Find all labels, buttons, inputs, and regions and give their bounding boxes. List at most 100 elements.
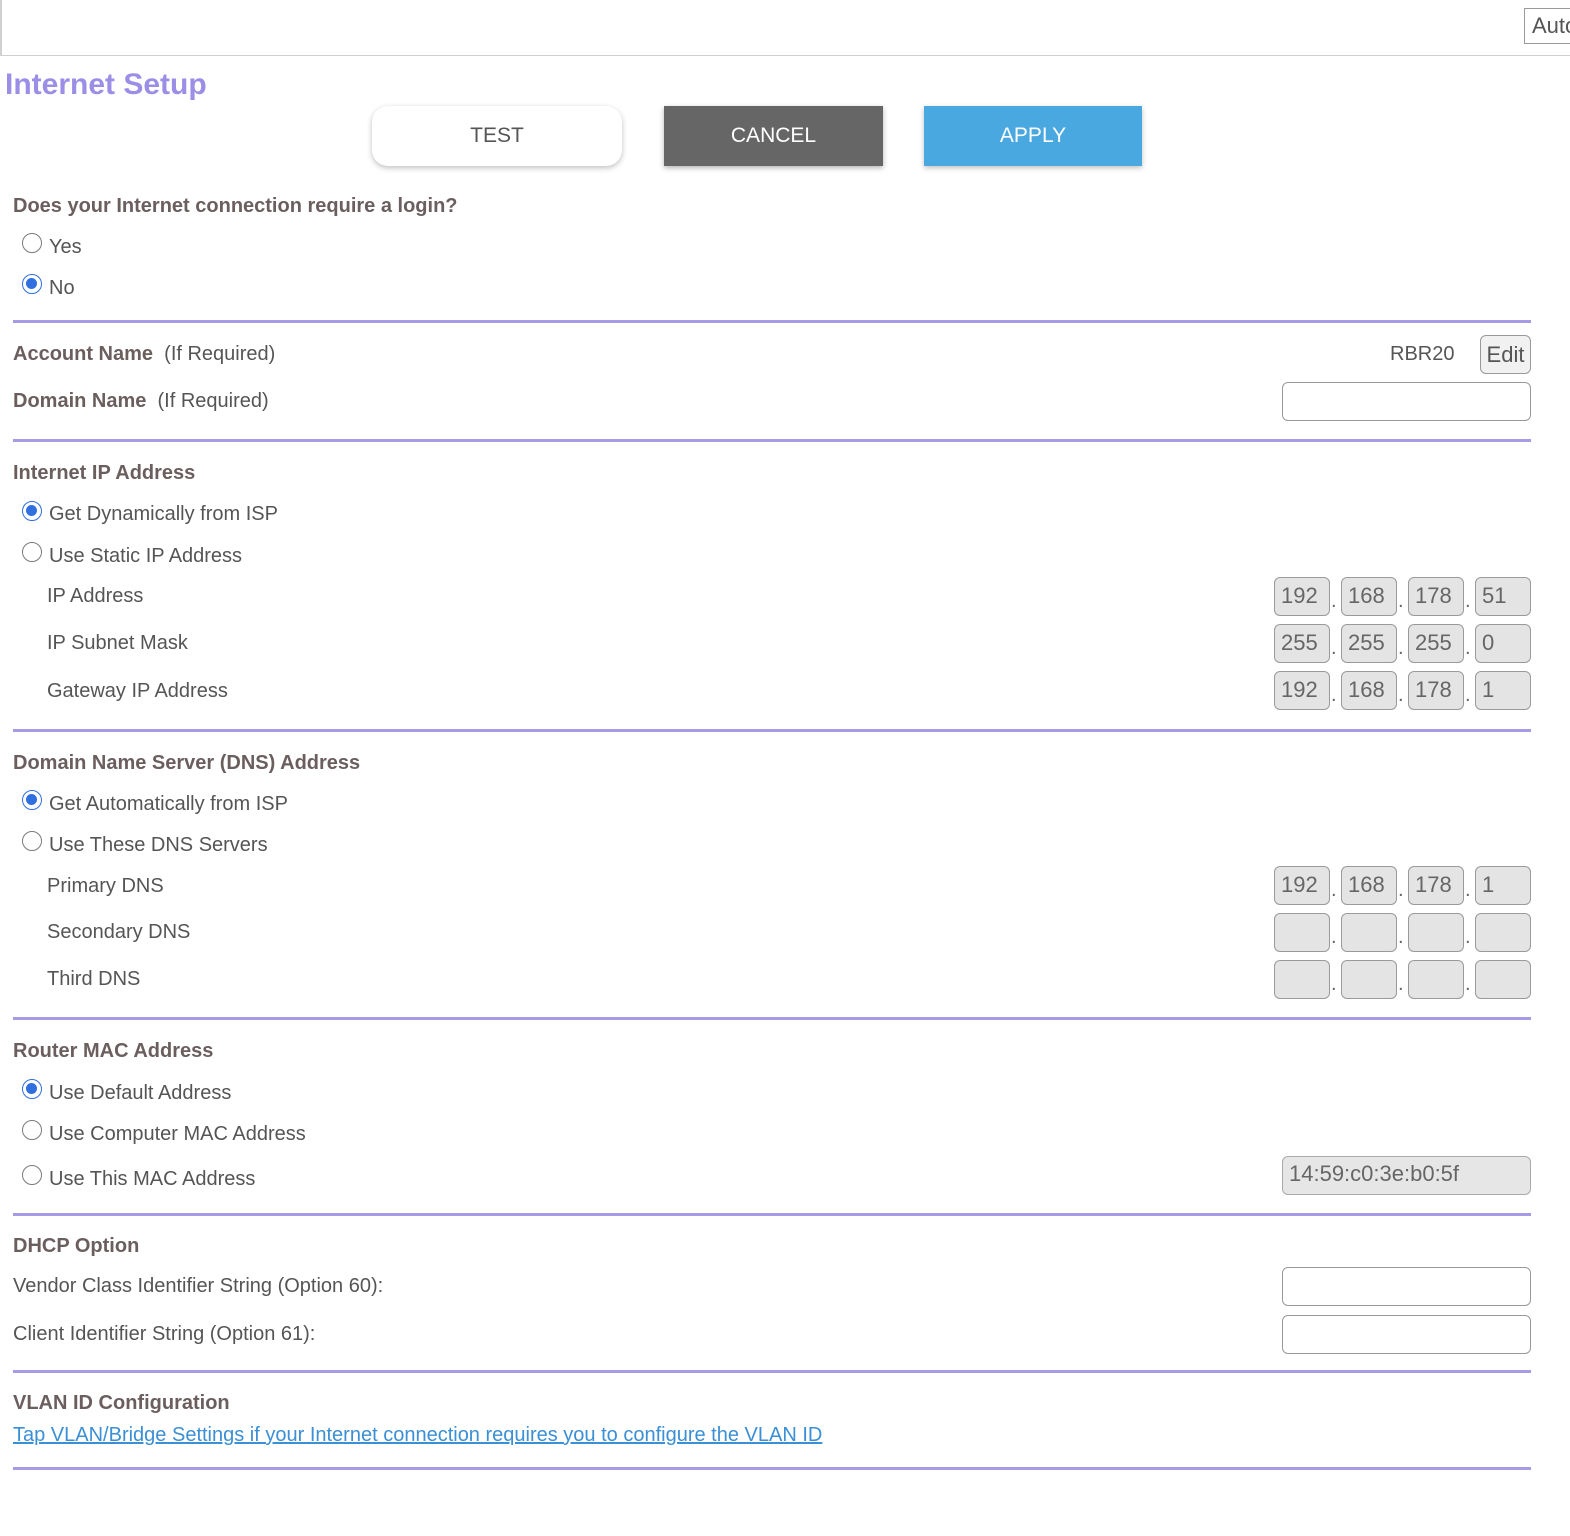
octet-separator: . <box>1465 926 1471 948</box>
mac-default-label: Use Default Address <box>49 1082 232 1104</box>
third-dns-octet-1[interactable] <box>1274 960 1330 999</box>
account-name-title: Account Name <box>13 343 154 365</box>
client-id-label: Client Identifier String (Option 61): <box>13 1323 316 1345</box>
primary-dns-octet-3[interactable]: 178 <box>1408 866 1464 905</box>
ip-dynamic-label: Get Dynamically from ISP <box>49 503 278 525</box>
section-divider <box>13 1467 1531 1470</box>
ip-address-octet-1[interactable]: 192 <box>1274 577 1330 616</box>
gateway-ip-octet-4[interactable]: 1 <box>1475 671 1531 710</box>
internet-ip-heading: Internet IP Address <box>13 462 196 484</box>
apply-button[interactable]: APPLY <box>924 106 1142 166</box>
section-divider <box>13 439 1531 442</box>
vlan-heading: VLAN ID Configuration <box>13 1392 230 1414</box>
dns-heading: Domain Name Server (DNS) Address <box>13 752 361 774</box>
mac-computer-label: Use Computer MAC Address <box>49 1123 306 1145</box>
dns-auto-radio[interactable] <box>22 790 42 810</box>
subnet-mask-octet-2[interactable]: 255 <box>1341 624 1397 663</box>
dhcp-heading: DHCP Option <box>13 1235 140 1257</box>
subnet-mask-label: IP Subnet Mask <box>47 632 188 654</box>
gateway-ip-octet-2[interactable]: 168 <box>1341 671 1397 710</box>
secondary-dns-label: Secondary DNS <box>47 921 191 943</box>
secondary-dns-octet-3[interactable] <box>1408 913 1464 952</box>
language-select[interactable]: Auto <box>1524 8 1570 44</box>
secondary-dns-octet-1[interactable] <box>1274 913 1330 952</box>
ip-dynamic-radio[interactable] <box>22 501 42 521</box>
login-yes-label: Yes <box>49 236 82 258</box>
subnet-mask-octet-1[interactable]: 255 <box>1274 624 1330 663</box>
third-dns-octet-3[interactable] <box>1408 960 1464 999</box>
test-button[interactable]: TEST <box>372 106 622 166</box>
third-dns-octet-2[interactable] <box>1341 960 1397 999</box>
octet-separator: . <box>1331 973 1337 995</box>
octet-separator: . <box>1465 684 1471 706</box>
secondary-dns-octet-4[interactable] <box>1475 913 1531 952</box>
mac-custom-label: Use This MAC Address <box>49 1168 256 1190</box>
login-no-label: No <box>49 277 75 299</box>
vendor-class-label: Vendor Class Identifier String (Option 6… <box>13 1275 384 1297</box>
octet-separator: . <box>1398 879 1404 901</box>
octet-separator: . <box>1465 879 1471 901</box>
ip-address-octet-2[interactable]: 168 <box>1341 577 1397 616</box>
primary-dns-octet-2[interactable]: 168 <box>1341 866 1397 905</box>
login-yes-radio[interactable] <box>22 233 42 253</box>
edit-account-button[interactable]: Edit <box>1480 335 1531 374</box>
top-bar: Auto <box>0 0 1570 56</box>
cancel-button[interactable]: CANCEL <box>664 106 883 166</box>
octet-separator: . <box>1465 637 1471 659</box>
octet-separator: . <box>1331 926 1337 948</box>
ip-address-octet-4[interactable]: 51 <box>1475 577 1531 616</box>
domain-name-hint: (If Required) <box>157 390 269 412</box>
octet-separator: . <box>1398 637 1404 659</box>
domain-name-title: Domain Name <box>13 390 147 412</box>
octet-separator: . <box>1331 590 1337 612</box>
domain-name-input[interactable] <box>1282 382 1531 421</box>
account-name-label: Account Name (If Required) <box>13 343 275 366</box>
primary-dns-octet-1[interactable]: 192 <box>1274 866 1330 905</box>
vlan-settings-link[interactable]: Tap VLAN/Bridge Settings if your Interne… <box>13 1424 822 1447</box>
mac-address-input[interactable]: 14:59:c0:3e:b0:5f <box>1282 1156 1531 1195</box>
dns-manual-radio[interactable] <box>22 831 42 851</box>
ip-address-octet-3[interactable]: 178 <box>1408 577 1464 616</box>
octet-separator: . <box>1331 637 1337 659</box>
page-title: Internet Setup <box>5 68 207 101</box>
gateway-ip-octet-3[interactable]: 178 <box>1408 671 1464 710</box>
domain-name-label: Domain Name (If Required) <box>13 390 269 413</box>
section-divider <box>13 320 1531 323</box>
login-question: Does your Internet connection require a … <box>13 195 458 217</box>
third-dns-octet-4[interactable] <box>1475 960 1531 999</box>
dns-auto-label: Get Automatically from ISP <box>49 793 288 815</box>
section-divider <box>13 1213 1531 1216</box>
dns-manual-label: Use These DNS Servers <box>49 834 268 856</box>
account-name-value: RBR20 <box>1390 343 1455 365</box>
vendor-class-input[interactable] <box>1282 1267 1531 1306</box>
octet-separator: . <box>1398 926 1404 948</box>
octet-separator: . <box>1465 973 1471 995</box>
mac-heading: Router MAC Address <box>13 1040 214 1062</box>
octet-separator: . <box>1331 684 1337 706</box>
client-id-input[interactable] <box>1282 1315 1531 1354</box>
mac-default-radio[interactable] <box>22 1079 42 1099</box>
ip-address-label: IP Address <box>47 585 144 607</box>
ip-static-label: Use Static IP Address <box>49 545 243 567</box>
ip-static-radio[interactable] <box>22 542 42 562</box>
subnet-mask-octet-4[interactable]: 0 <box>1475 624 1531 663</box>
secondary-dns-octet-2[interactable] <box>1341 913 1397 952</box>
third-dns-label: Third DNS <box>47 968 141 990</box>
primary-dns-label: Primary DNS <box>47 875 164 897</box>
login-no-radio[interactable] <box>22 274 42 294</box>
mac-computer-radio[interactable] <box>22 1120 42 1140</box>
gateway-ip-label: Gateway IP Address <box>47 680 228 702</box>
octet-separator: . <box>1465 590 1471 612</box>
subnet-mask-octet-3[interactable]: 255 <box>1408 624 1464 663</box>
section-divider <box>13 1017 1531 1020</box>
section-divider <box>13 1370 1531 1373</box>
section-divider <box>13 729 1531 732</box>
mac-custom-radio[interactable] <box>22 1165 42 1185</box>
octet-separator: . <box>1398 973 1404 995</box>
primary-dns-octet-4[interactable]: 1 <box>1475 866 1531 905</box>
account-name-hint: (If Required) <box>164 343 276 365</box>
gateway-ip-octet-1[interactable]: 192 <box>1274 671 1330 710</box>
octet-separator: . <box>1331 879 1337 901</box>
octet-separator: . <box>1398 684 1404 706</box>
octet-separator: . <box>1398 590 1404 612</box>
